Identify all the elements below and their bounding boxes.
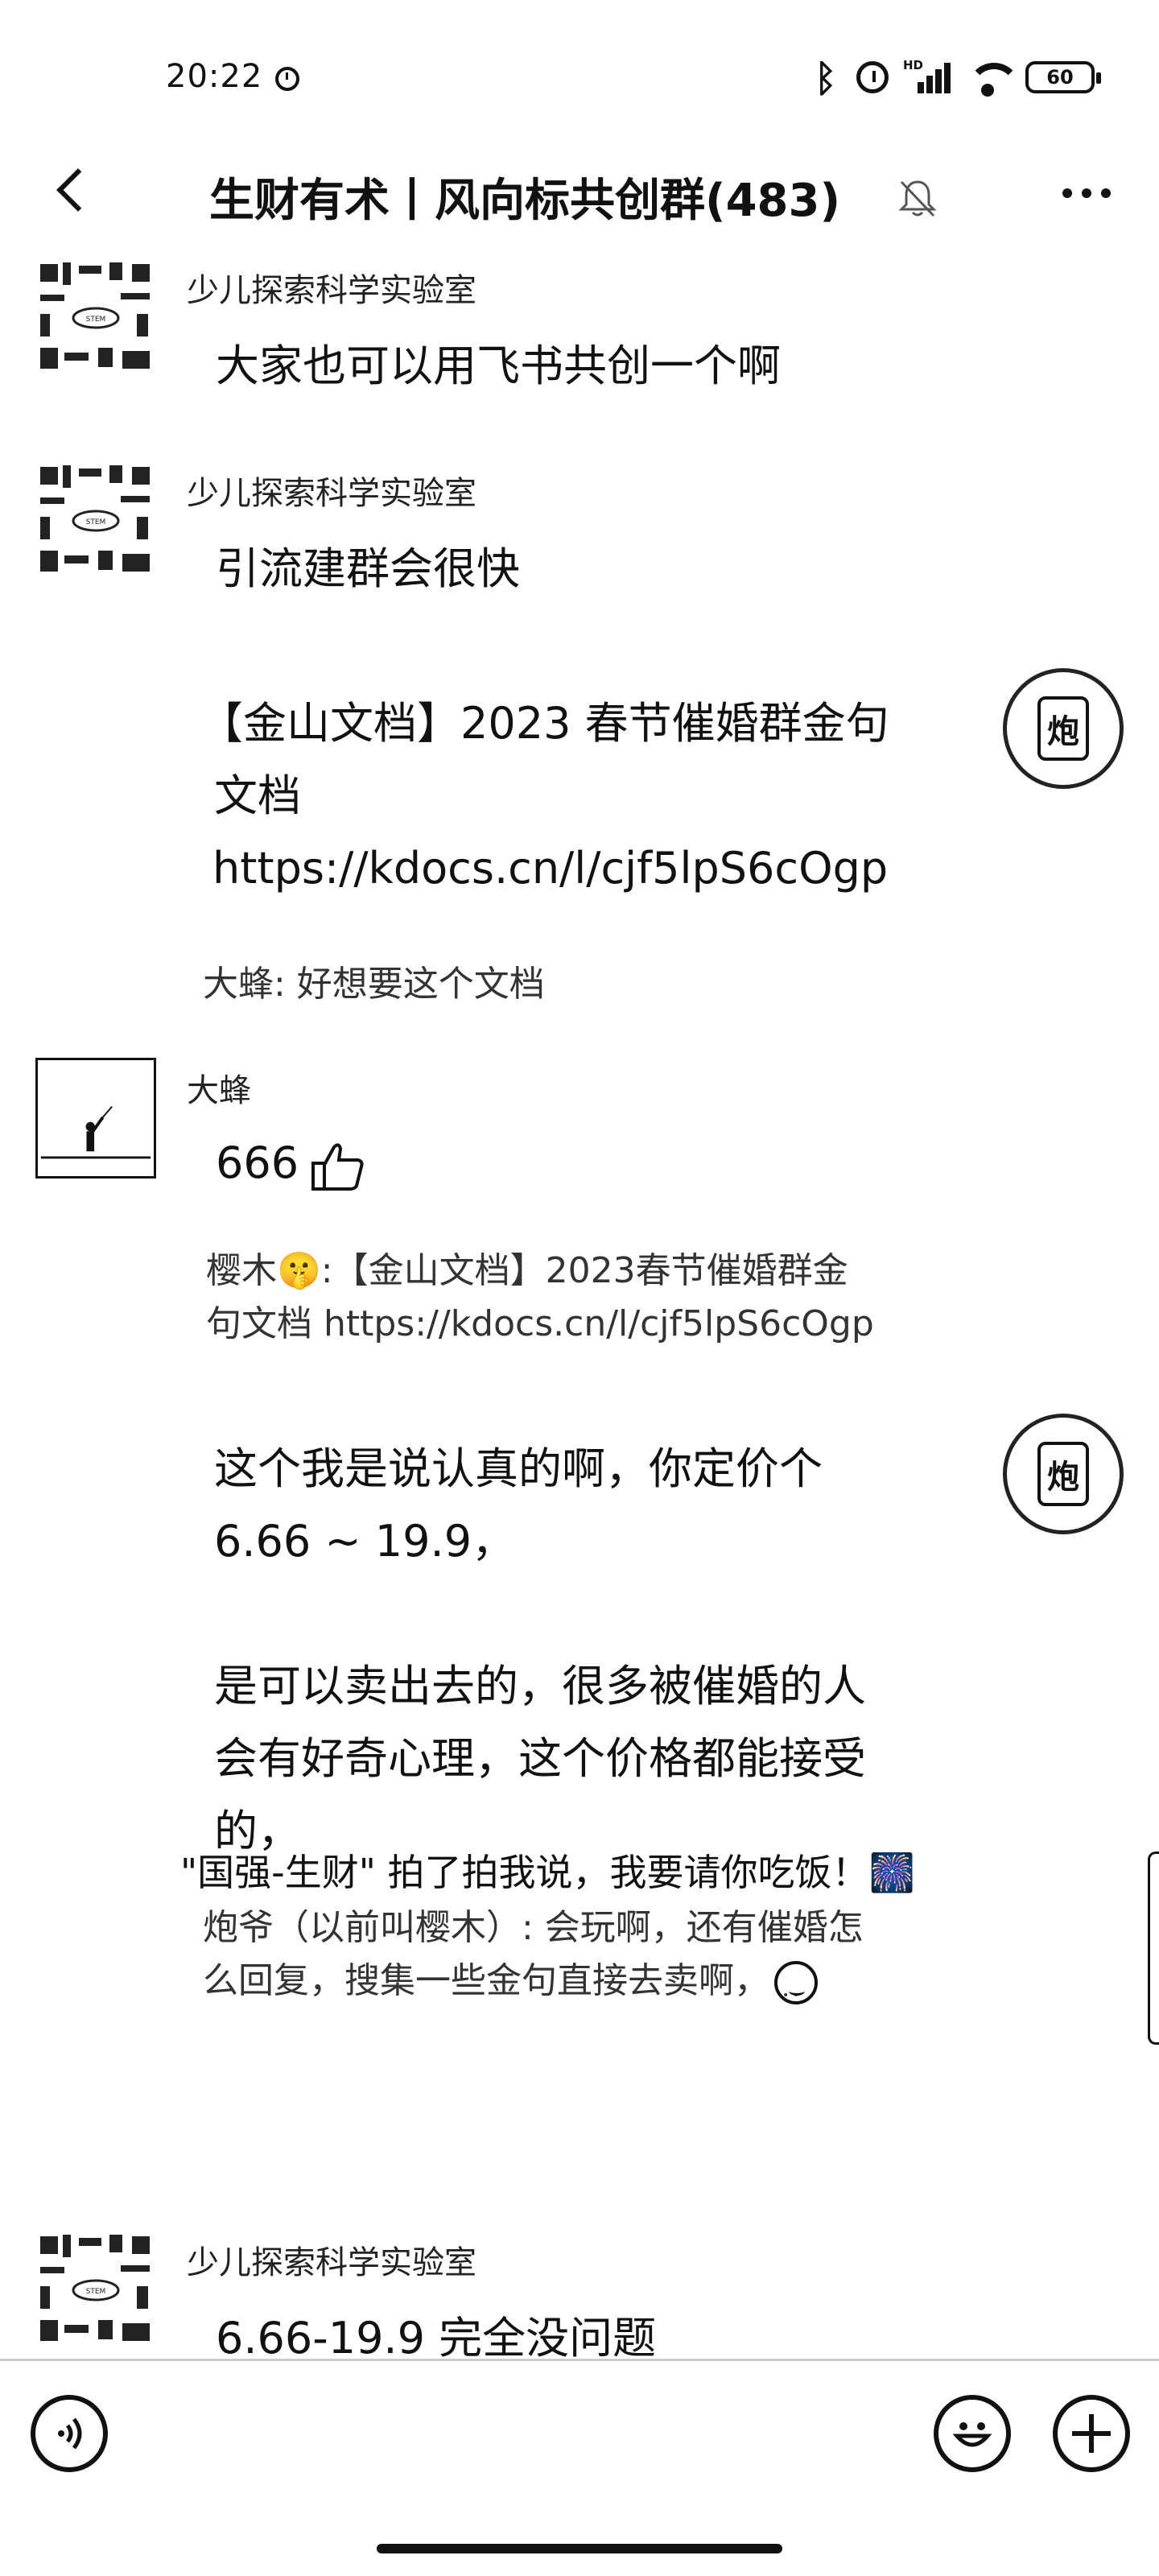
qr-avatar-icon: STEM <box>40 465 150 572</box>
message-line: 文档 <box>214 770 301 821</box>
avatar[interactable] <box>35 1058 156 1179</box>
more-dot <box>1101 188 1111 198</box>
back-button[interactable] <box>32 150 113 230</box>
message-text[interactable]: 【金山文档】2023 春节催婚群金句 文档 https://kdocs.cn/l… <box>200 687 889 905</box>
svg-text:STEM: STEM <box>86 316 106 324</box>
alarm-icon <box>275 67 299 91</box>
message-line: 【金山文档】2023 春节催婚群金句 <box>200 698 889 749</box>
quote-line-text: 么回复，搜集一些金句直接去卖啊， <box>203 1960 769 2001</box>
quoted-message[interactable]: 炮爷（以前叫樱木）: 会玩啊，还有催婚怎 么回复，搜集一些金句直接去卖啊， <box>203 1901 864 2022</box>
message-line: 6.66-19.9 完全没问题 <box>216 2313 657 2359</box>
battery-icon: 60 <box>1025 61 1101 93</box>
signal-icon: HD <box>903 58 951 95</box>
message-line: 是可以卖出去的，很多被催婚的人 <box>214 1661 866 1711</box>
sender-name: 大蜂 <box>187 1072 251 1109</box>
more-dot <box>1062 188 1072 198</box>
chat-title: 生财有术丨风向标共创群(483) <box>209 175 841 227</box>
thumbs-up-icon <box>311 1143 364 1191</box>
my-avatar[interactable]: 炮 <box>1003 1414 1124 1534</box>
status-time: 20:22 <box>166 58 263 95</box>
message-text[interactable]: 引流建群会很快 <box>216 533 520 605</box>
message-line: 这个我是说认真的啊，你定价个 <box>214 1443 823 1494</box>
bluetooth-icon <box>810 56 842 100</box>
svg-text:STEM: STEM <box>86 2288 106 2296</box>
quote-line: 大蜂: 好想要这个文档 <box>203 964 545 1005</box>
signal-label: HD <box>903 58 924 72</box>
alarm-clock-icon <box>856 61 889 93</box>
sender-name: 少儿探索科学实验室 <box>187 475 476 512</box>
avatar-character: 炮 <box>1037 696 1089 761</box>
quoted-message[interactable]: 樱木🤫:【金山文档】2023春节催婚群金 句文档 https://kdocs.c… <box>206 1245 874 1351</box>
side-panel-handle[interactable] <box>1148 1852 1159 2045</box>
bell-muted-icon <box>898 180 937 217</box>
avatar[interactable]: STEM <box>35 2230 156 2351</box>
avatar-character: 炮 <box>1037 1442 1089 1506</box>
more-button[interactable] <box>1046 161 1127 225</box>
emoji-button[interactable] <box>934 2395 1011 2472</box>
message-list[interactable]: STEM 少儿探索科学实验室 大家也可以用飞书共创一个啊 STEM 少儿探索科学… <box>0 250 1159 2359</box>
message-text[interactable]: 6.66-19.9 完全没问题 <box>216 2302 656 2359</box>
message-line: 6.66 ~ 19.9， <box>214 1516 516 1567</box>
sender-name: 少儿探索科学实验室 <box>187 2244 476 2281</box>
status-icons: HD 60 <box>810 56 1101 100</box>
status-bar: 20:22 HD 60 <box>0 0 1159 145</box>
system-notice: "国强-生财" 拍了拍我说，我要请你吃饭！🎆 <box>180 1851 915 1894</box>
message-line: 会有好奇心理，这个价格都能接受 <box>214 1733 866 1784</box>
qr-avatar-icon: STEM <box>40 2235 150 2341</box>
quote-line: 樱木🤫:【金山文档】2023春节催婚群金 <box>206 1250 848 1291</box>
message-text[interactable]: 这个我是说认真的啊，你定价个 6.66 ~ 19.9， 是可以卖出去的，很多被催… <box>214 1433 866 1868</box>
chevron-left-icon <box>56 168 100 212</box>
quoted-message[interactable]: 大蜂: 好想要这个文档 <box>203 958 545 1011</box>
message-text[interactable]: 666 <box>216 1127 366 1199</box>
voice-button[interactable] <box>31 2395 108 2472</box>
message-line: 引流建群会很快 <box>216 543 520 594</box>
avatar[interactable]: STEM <box>35 258 156 378</box>
svg-text:STEM: STEM <box>86 518 106 526</box>
input-bar <box>0 2359 1159 2504</box>
plus-button[interactable] <box>1053 2395 1130 2472</box>
voice-icon <box>58 2417 82 2450</box>
home-indicator[interactable] <box>377 2544 782 2553</box>
message-line: 666 <box>216 1127 366 1199</box>
sender-name: 少儿探索科学实验室 <box>187 272 476 309</box>
avatar[interactable]: STEM <box>35 460 156 581</box>
message-text[interactable]: 大家也可以用飞书共创一个啊 <box>216 330 781 402</box>
cat-emoji-icon <box>774 1961 818 2022</box>
message-link[interactable]: https://kdocs.cn/l/cjf5lpS6cOgp <box>200 832 889 905</box>
wifi-icon <box>964 60 1021 97</box>
message-line-text: 666 <box>216 1137 299 1188</box>
qr-avatar-icon: STEM <box>40 262 150 369</box>
quote-line: 句文档 https://kdocs.cn/l/cjf5lpS6cOgp <box>206 1303 874 1344</box>
my-avatar[interactable]: 炮 <box>1003 668 1124 789</box>
message-line <box>214 1578 866 1650</box>
chat-header: 生财有术丨风向标共创群(483) <box>0 145 1159 250</box>
quote-line: 炮爷（以前叫樱木）: 会玩啊，还有催婚怎 <box>203 1907 864 1948</box>
message-line: 大家也可以用飞书共创一个啊 <box>216 341 781 391</box>
silhouette-avatar-icon <box>40 1105 151 1159</box>
quote-line: 么回复，搜集一些金句直接去卖啊， <box>203 1955 864 2022</box>
more-dot <box>1082 188 1091 198</box>
emoji-icon <box>952 2422 992 2447</box>
